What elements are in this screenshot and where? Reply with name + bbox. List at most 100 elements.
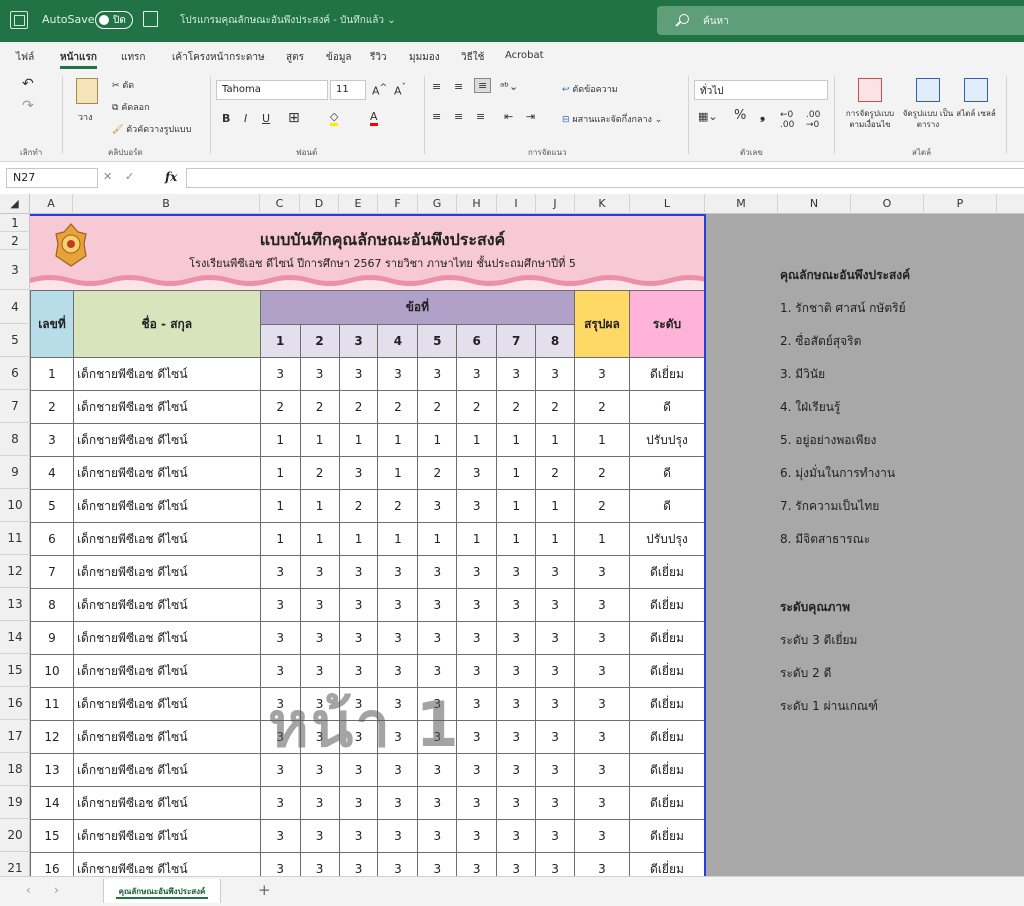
score-cell[interactable]: 3 <box>259 588 301 622</box>
score-cell[interactable]: 3 <box>338 357 379 391</box>
score-cell[interactable]: 3 <box>496 720 537 754</box>
student-name-cell[interactable]: เด็กชายพีซีเอช ดีไซน์ <box>72 753 261 787</box>
score-cell[interactable]: 3 <box>259 819 301 853</box>
student-no-cell[interactable]: 15 <box>30 819 74 853</box>
row-header[interactable]: 11 <box>0 522 30 555</box>
student-no-cell[interactable]: 14 <box>30 786 74 820</box>
score-cell[interactable]: 1 <box>377 423 419 457</box>
tab-file[interactable]: ไฟล์ <box>16 50 34 65</box>
row-header[interactable]: 7 <box>0 390 30 423</box>
score-cell[interactable]: 3 <box>299 555 340 589</box>
row-header[interactable]: 8 <box>0 423 30 456</box>
score-cell[interactable]: 2 <box>377 390 419 424</box>
item-number[interactable]: 4 <box>377 324 419 358</box>
summary-cell[interactable]: 3 <box>574 588 630 622</box>
score-cell[interactable]: 3 <box>456 720 498 754</box>
column-header-a[interactable]: A <box>30 194 73 214</box>
column-header-n[interactable]: N <box>778 194 851 214</box>
summary-cell[interactable]: 3 <box>574 555 630 589</box>
score-cell[interactable]: 3 <box>377 819 419 853</box>
row-header[interactable]: 6 <box>0 357 30 390</box>
student-name-cell[interactable]: เด็กชายพีซีเอช ดีไซน์ <box>72 720 261 754</box>
student-no-cell[interactable]: 10 <box>30 654 74 688</box>
score-cell[interactable]: 3 <box>338 819 379 853</box>
row-header[interactable]: 14 <box>0 621 30 654</box>
score-cell[interactable]: 2 <box>259 390 301 424</box>
column-header-b[interactable]: B <box>73 194 260 214</box>
column-header-i[interactable]: I <box>497 194 536 214</box>
fill-color-icon[interactable]: ◇ <box>330 110 339 126</box>
header-name[interactable]: ชื่อ - สกุล <box>72 290 261 358</box>
score-cell[interactable]: 3 <box>456 621 498 655</box>
score-cell[interactable]: 3 <box>456 819 498 853</box>
score-cell[interactable]: 3 <box>496 357 537 391</box>
student-no-cell[interactable]: 6 <box>30 522 74 556</box>
student-name-cell[interactable]: เด็กชายพีซีเอช ดีไซน์ <box>72 786 261 820</box>
level-cell[interactable]: ปรับปรุง <box>628 522 705 556</box>
row-header[interactable]: 15 <box>0 654 30 687</box>
level-cell[interactable]: ดี <box>628 390 705 424</box>
student-name-cell[interactable]: เด็กชายพีซีเอช ดีไซน์ <box>72 489 261 523</box>
score-cell[interactable]: 3 <box>259 621 301 655</box>
worksheet[interactable]: แบบบันทึกคุณลักษณะอันพึงประสงค์ โรงเรียน… <box>30 214 705 876</box>
score-cell[interactable]: 3 <box>259 786 301 820</box>
score-cell[interactable]: 2 <box>377 489 419 523</box>
score-cell[interactable]: 1 <box>259 423 301 457</box>
column-header-j[interactable]: J <box>536 194 575 214</box>
score-cell[interactable]: 3 <box>377 588 419 622</box>
tab-view[interactable]: มุมมอง <box>409 50 440 65</box>
score-cell[interactable]: 3 <box>259 852 301 876</box>
summary-cell[interactable]: 1 <box>574 522 630 556</box>
score-cell[interactable]: 1 <box>377 522 419 556</box>
align-bottom-icon[interactable]: ≡ <box>474 78 492 93</box>
align-middle-icon[interactable]: ≡ <box>454 80 463 93</box>
accounting-format-icon[interactable]: ▦⌄ <box>698 110 718 123</box>
summary-cell[interactable]: 3 <box>574 621 630 655</box>
score-cell[interactable]: 2 <box>338 489 379 523</box>
score-cell[interactable]: 3 <box>417 357 458 391</box>
level-cell[interactable]: ดีเยี่ยม <box>628 687 705 721</box>
tab-data[interactable]: ข้อมูล <box>326 50 352 65</box>
score-cell[interactable]: 2 <box>417 390 458 424</box>
score-cell[interactable]: 3 <box>535 753 575 787</box>
score-cell[interactable]: 3 <box>535 786 575 820</box>
number-format-select[interactable]: ทั่วไป <box>694 80 828 100</box>
tab-formulas[interactable]: สูตร <box>286 50 304 65</box>
format-table-label[interactable]: จัดรูปแบบ เป็นตาราง <box>900 108 956 130</box>
cell-styles-label[interactable]: สไตล์ เซลล์ <box>956 108 996 119</box>
column-header-d[interactable]: D <box>300 194 339 214</box>
column-header-e[interactable]: E <box>339 194 378 214</box>
score-cell[interactable]: 1 <box>259 522 301 556</box>
cell-styles-icon[interactable] <box>964 78 988 102</box>
score-cell[interactable]: 3 <box>259 555 301 589</box>
borders-icon[interactable]: ⊞ <box>288 110 300 126</box>
search-box[interactable]: ค้นหา <box>657 6 1024 35</box>
score-cell[interactable]: 3 <box>377 786 419 820</box>
student-no-cell[interactable]: 16 <box>30 852 74 876</box>
tab-review[interactable]: รีวิว <box>370 50 387 65</box>
score-cell[interactable]: 3 <box>377 621 419 655</box>
score-cell[interactable]: 3 <box>456 489 498 523</box>
score-cell[interactable]: 3 <box>299 621 340 655</box>
summary-cell[interactable]: 3 <box>574 357 630 391</box>
score-cell[interactable]: 3 <box>417 555 458 589</box>
student-name-cell[interactable]: เด็กชายพีซีเอช ดีไซน์ <box>72 423 261 457</box>
item-number[interactable]: 1 <box>259 324 301 358</box>
summary-cell[interactable]: 2 <box>574 489 630 523</box>
item-number[interactable]: 7 <box>496 324 537 358</box>
column-header-m[interactable]: M <box>705 194 778 214</box>
score-cell[interactable]: 1 <box>259 456 301 490</box>
score-cell[interactable]: 1 <box>299 423 340 457</box>
score-cell[interactable]: 3 <box>535 357 575 391</box>
undo-icon[interactable]: ↶ <box>22 76 34 92</box>
score-cell[interactable]: 1 <box>456 522 498 556</box>
conditional-format-icon[interactable] <box>858 78 882 102</box>
summary-cell[interactable]: 1 <box>574 423 630 457</box>
score-cell[interactable]: 3 <box>456 753 498 787</box>
level-cell[interactable]: ดีเยี่ยม <box>628 555 705 589</box>
score-cell[interactable]: 3 <box>338 621 379 655</box>
scroll-left-icon[interactable]: ‹ <box>26 883 31 897</box>
score-cell[interactable]: 3 <box>535 588 575 622</box>
score-cell[interactable]: 3 <box>496 852 537 876</box>
level-cell[interactable]: ดีเยี่ยม <box>628 753 705 787</box>
